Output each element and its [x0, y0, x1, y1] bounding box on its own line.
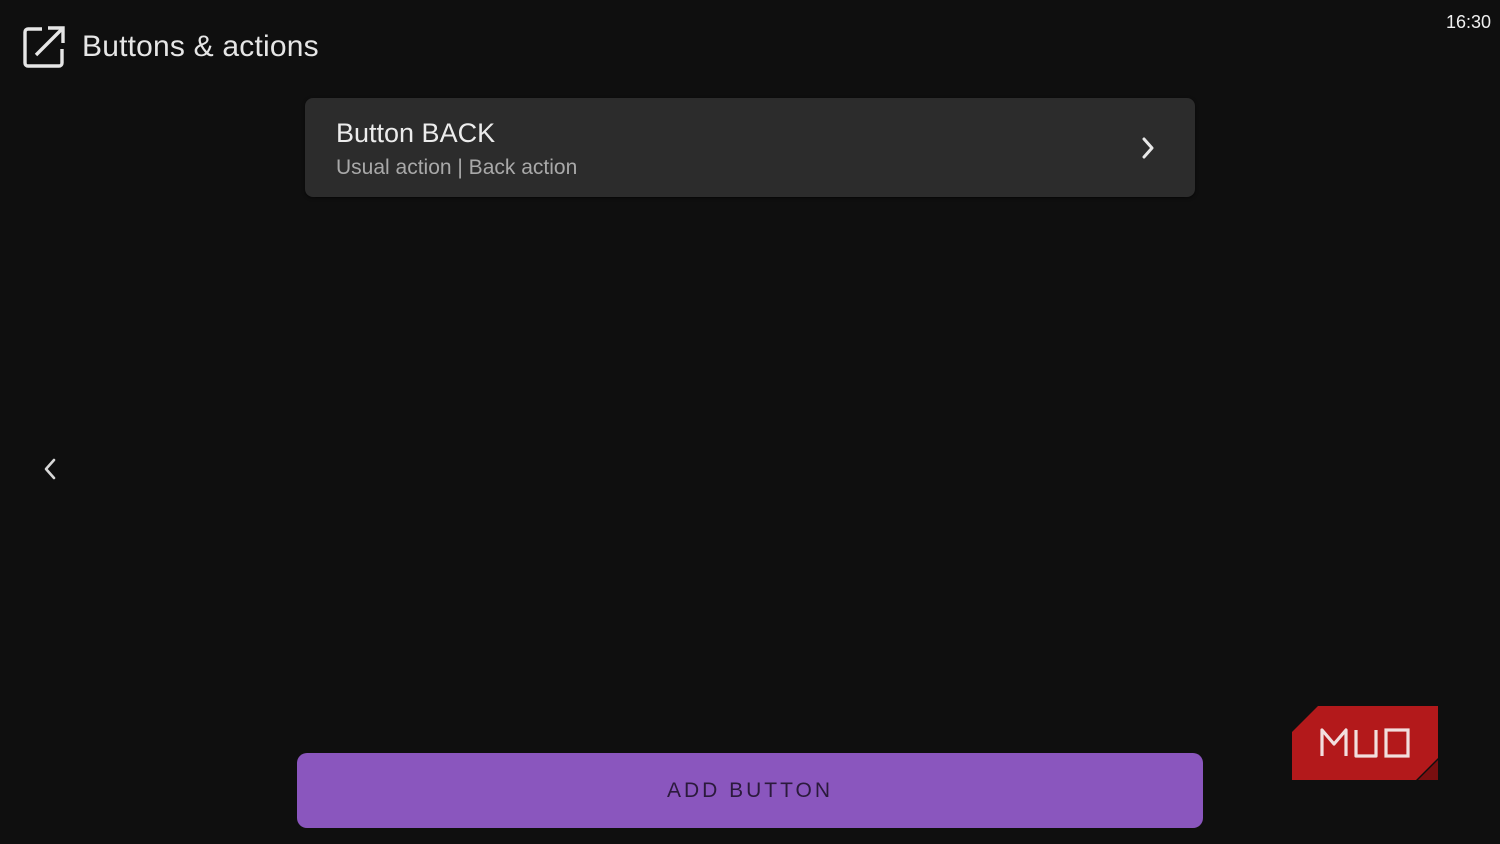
chevron-left-icon[interactable]	[38, 455, 62, 483]
chevron-right-icon	[1142, 137, 1154, 159]
list-item-title: Button BACK	[336, 118, 496, 148]
add-button[interactable]: ADD BUTTON	[297, 753, 1203, 828]
page-title: Buttons & actions	[82, 30, 319, 63]
muo-watermark-logo	[1292, 706, 1438, 780]
header: Buttons & actions	[22, 24, 319, 70]
status-time: 16:30	[1445, 12, 1491, 32]
edit-external-icon	[23, 26, 65, 68]
list-item-button-back[interactable]: Button BACK Usual action | Back action	[305, 98, 1195, 197]
list-item-subtitle: Usual action | Back action	[336, 156, 578, 179]
screen: Buttons & actions 16:30 Button BACK Usua…	[0, 0, 1500, 844]
